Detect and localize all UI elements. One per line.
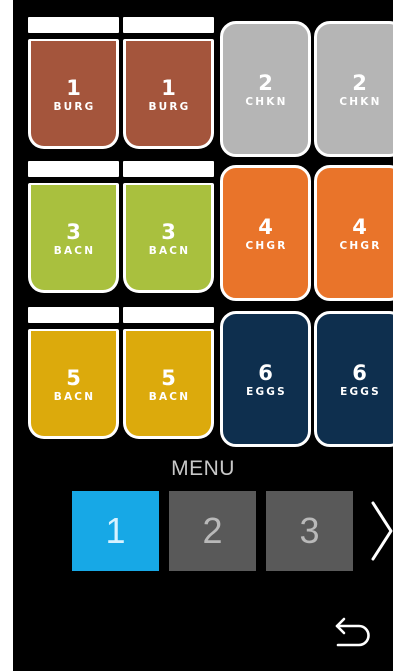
tile-body: 4 CHGR bbox=[314, 165, 393, 301]
tile-body: 1 BURG bbox=[28, 39, 119, 149]
page-number: 1 bbox=[105, 510, 126, 551]
menu-page-1-button[interactable]: 1 bbox=[72, 491, 159, 571]
tile-number: 4 bbox=[258, 215, 273, 239]
tile-body: 4 CHGR bbox=[220, 165, 311, 301]
tile-number: 4 bbox=[352, 215, 367, 239]
tile-label: BACN bbox=[148, 244, 191, 257]
tile-body: 6 EGGS bbox=[220, 311, 311, 447]
tile-body: 3 BACN bbox=[28, 183, 119, 293]
tile-label: BACN bbox=[148, 390, 191, 403]
tile-body: 5 BACN bbox=[123, 329, 214, 439]
tile-lid bbox=[123, 161, 214, 177]
tile-2-chkn-a[interactable]: 2 CHKN bbox=[220, 21, 311, 157]
tile-number: 3 bbox=[161, 219, 176, 244]
tile-number: 2 bbox=[352, 71, 367, 95]
page-number: 2 bbox=[202, 510, 223, 551]
tile-label: CHGR bbox=[339, 240, 382, 252]
tile-number: 5 bbox=[66, 365, 81, 390]
tile-lid bbox=[123, 17, 214, 33]
tile-4-chgr-b[interactable]: 4 CHGR bbox=[314, 165, 393, 301]
menu-title: MENU bbox=[171, 457, 235, 480]
tile-label: CHKN bbox=[245, 96, 288, 108]
tile-6-eggs-a[interactable]: 6 EGGS bbox=[220, 311, 311, 447]
tile-label: EGGS bbox=[340, 386, 381, 398]
page-number: 3 bbox=[299, 510, 320, 551]
tile-lid bbox=[28, 161, 119, 177]
return-arrow-icon bbox=[335, 617, 370, 647]
tile-body: 2 CHKN bbox=[314, 21, 393, 157]
tile-body: 6 EGGS bbox=[314, 311, 393, 447]
tile-grid: 1 BURG 1 BURG 2 CHKN 2 CHKN 3 BACN 3 BAC… bbox=[28, 17, 393, 447]
tile-lid bbox=[123, 307, 214, 323]
next-page-button[interactable] bbox=[365, 499, 393, 563]
menu-page-2-button[interactable]: 2 bbox=[169, 491, 256, 571]
tile-body: 2 CHKN bbox=[220, 21, 311, 157]
tile-label: BACN bbox=[53, 390, 96, 403]
tile-number: 5 bbox=[161, 365, 176, 390]
back-button[interactable] bbox=[331, 612, 375, 652]
tile-number: 6 bbox=[258, 361, 273, 385]
tile-number: 1 bbox=[161, 75, 176, 100]
tile-number: 1 bbox=[66, 75, 81, 100]
tile-3-bacn-b[interactable]: 3 BACN bbox=[123, 161, 214, 294]
tile-number: 2 bbox=[258, 71, 273, 95]
menu-page-3-button[interactable]: 3 bbox=[266, 491, 353, 571]
tile-body: 3 BACN bbox=[123, 183, 214, 293]
tile-2-chkn-b[interactable]: 2 CHKN bbox=[314, 21, 393, 157]
tile-3-bacn-a[interactable]: 3 BACN bbox=[28, 161, 119, 294]
tile-lid bbox=[28, 307, 119, 323]
tile-number: 3 bbox=[66, 219, 81, 244]
tile-lid bbox=[28, 17, 119, 33]
tile-4-chgr-a[interactable]: 4 CHGR bbox=[220, 165, 311, 301]
tile-5-bacn-a[interactable]: 5 BACN bbox=[28, 307, 119, 440]
tile-label: CHGR bbox=[245, 240, 288, 252]
tile-label: EGGS bbox=[246, 386, 287, 398]
tile-label: BACN bbox=[53, 244, 96, 257]
tile-number: 6 bbox=[352, 361, 367, 385]
tile-label: BURG bbox=[53, 100, 96, 113]
tile-body: 5 BACN bbox=[28, 329, 119, 439]
tile-1-burg-a[interactable]: 1 BURG bbox=[28, 17, 119, 150]
tile-label: CHKN bbox=[339, 96, 382, 108]
tile-5-bacn-b[interactable]: 5 BACN bbox=[123, 307, 214, 440]
tile-1-burg-b[interactable]: 1 BURG bbox=[123, 17, 214, 150]
screen: 1 BURG 1 BURG 2 CHKN 2 CHKN 3 BACN 3 BAC… bbox=[13, 0, 393, 671]
chevron-right-icon bbox=[371, 501, 393, 561]
tile-label: BURG bbox=[148, 100, 191, 113]
tile-body: 1 BURG bbox=[123, 39, 214, 149]
tile-6-eggs-b[interactable]: 6 EGGS bbox=[314, 311, 393, 447]
